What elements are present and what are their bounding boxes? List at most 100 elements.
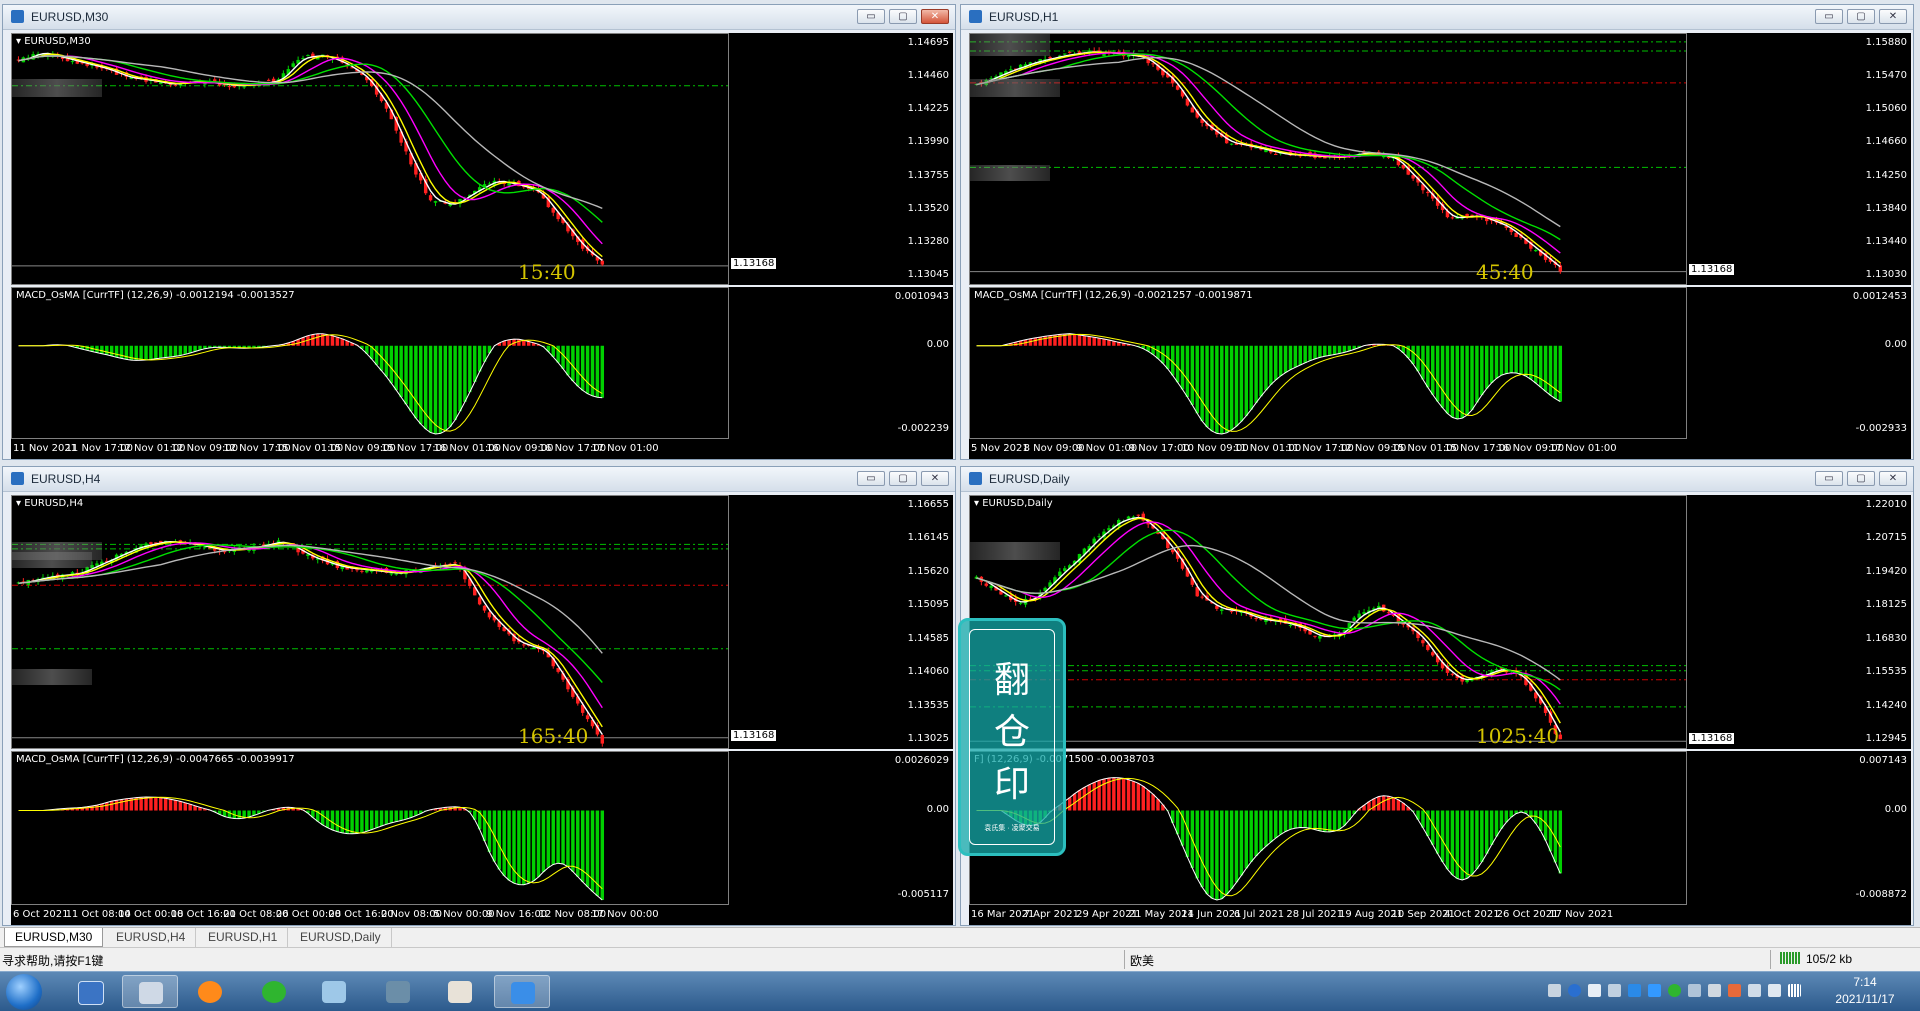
macd-tick-label: 0.00 (1885, 804, 1907, 815)
macd-svg (12, 752, 729, 905)
maximize-button[interactable]: ▢ (889, 9, 917, 24)
clock-time[interactable]: 7:14 (1820, 975, 1910, 989)
tab-eurusd-daily[interactable]: EURUSD,Daily (290, 928, 392, 947)
histogram-bar (458, 346, 461, 411)
candle-body (1009, 69, 1012, 70)
maximize-button[interactable]: ▢ (889, 471, 917, 486)
tab-eurusd-h4[interactable]: EURUSD,H4 (106, 928, 196, 947)
obscured-label (12, 552, 92, 568)
window-title-bar[interactable]: EURUSD,M30▭▢✕ (3, 5, 955, 30)
help-icon[interactable] (1568, 984, 1581, 997)
taskbar-notepad[interactable] (306, 975, 362, 1008)
minimize-button[interactable]: ▭ (857, 471, 885, 486)
histogram-bar (174, 346, 177, 357)
price-tick-label: 1.14585 (908, 633, 949, 644)
tray-security-icon[interactable] (1688, 984, 1701, 997)
maximize-button[interactable]: ▢ (1847, 471, 1875, 486)
tray-usb-icon[interactable] (1708, 984, 1721, 997)
minimize-button[interactable]: ▭ (857, 9, 885, 24)
taskbar-wechat[interactable] (246, 975, 302, 1008)
time-tick-label: 17 Nov 2021 (1549, 909, 1613, 920)
clock-date[interactable]: 2021/11/17 (1820, 992, 1910, 1006)
tray-wechat-icon[interactable] (1668, 984, 1681, 997)
histogram-bar (350, 811, 353, 834)
histogram-bar (483, 811, 486, 841)
macd-panel[interactable]: MACD_OsMA [CurrTF] (12,26,9) -0.0021257 … (969, 287, 1687, 439)
histogram-bar (1397, 800, 1400, 811)
taskbar: 7:14 2021/11/17 (0, 971, 1920, 1011)
start-button[interactable] (6, 974, 42, 1010)
macd-tick-label: 0.00 (927, 339, 949, 350)
tab-eurusd-h1[interactable]: EURUSD,H1 (198, 928, 288, 947)
histogram-bar (1092, 782, 1095, 810)
ma-green-line (19, 56, 603, 222)
window-title-bar[interactable]: EURUSD,H4▭▢✕ (3, 467, 955, 492)
histogram-bar (1475, 346, 1478, 403)
close-button[interactable]: ✕ (921, 471, 949, 486)
taskbar-metatrader[interactable] (122, 975, 178, 1008)
close-button[interactable]: ✕ (1879, 471, 1907, 486)
macd-tick-label: -0.008872 (1856, 889, 1907, 900)
price-chart-panel[interactable]: ▾ EURUSD,H4165:40 (11, 495, 729, 749)
price-chart-panel[interactable]: ▾ EURUSD,M3015:40 (11, 33, 729, 285)
histogram-bar (1328, 346, 1331, 356)
histogram-bar (164, 798, 167, 810)
chart-window-icon (11, 472, 24, 485)
histogram-bar (375, 811, 378, 828)
histogram-bar (188, 346, 191, 353)
histogram-bar (1328, 811, 1331, 832)
macd-panel[interactable]: MACD_OsMA [CurrTF] (12,26,9) -0.0047665 … (11, 751, 729, 905)
chart-window-m30[interactable]: EURUSD,M30▭▢✕▾ EURUSD,M3015:401.146951.1… (2, 4, 956, 460)
histogram-bar (1465, 811, 1468, 879)
taskbar-notes[interactable] (494, 975, 550, 1008)
histogram-bar (1480, 346, 1483, 395)
candle-body (1171, 550, 1174, 552)
window-title-bar[interactable]: EURUSD,Daily▭▢✕ (961, 467, 1913, 492)
tray-device-icon[interactable] (1608, 984, 1621, 997)
obscured-label (12, 79, 102, 97)
price-chart-panel[interactable]: 45:40 (969, 33, 1687, 285)
taskbar-show-desktop[interactable] (62, 975, 118, 1008)
maximize-button[interactable]: ▢ (1847, 9, 1875, 24)
histogram-bar (154, 346, 157, 359)
notepad-icon (322, 981, 346, 1003)
histogram-bar (1303, 811, 1306, 828)
close-button[interactable]: ✕ (921, 9, 949, 24)
histogram-bar (1269, 811, 1272, 843)
keyboard-icon[interactable] (1548, 984, 1561, 997)
chart-window-h4[interactable]: EURUSD,H4▭▢✕▾ EURUSD,H4165:401.166551.16… (2, 466, 956, 926)
histogram-bar (502, 811, 505, 876)
volume-icon[interactable] (1768, 984, 1781, 997)
chart-window-h1[interactable]: EURUSD,H1▭▢✕45:401.158801.154701.150601.… (960, 4, 1914, 460)
candle-body (989, 586, 992, 588)
tray-blue-app-icon[interactable] (1648, 984, 1661, 997)
chart-window-daily[interactable]: EURUSD,Daily▭▢✕▾ EURUSD,Daily1025:401.22… (960, 466, 1914, 926)
tray-orange-icon[interactable] (1728, 984, 1741, 997)
histogram-bar (149, 797, 152, 810)
minimize-button[interactable]: ▭ (1815, 9, 1843, 24)
tray-ime-icon[interactable] (1748, 984, 1761, 997)
taskbar-network-tool[interactable] (370, 975, 426, 1008)
taskbar-paint[interactable] (432, 975, 488, 1008)
price-axis: 1.146951.144601.142251.139901.137551.135… (729, 33, 953, 285)
taskbar-browser[interactable] (182, 975, 238, 1008)
histogram-bar (1436, 346, 1439, 402)
candle-body (488, 612, 491, 617)
tray-app-icon[interactable] (1588, 984, 1601, 997)
histogram-bar (149, 346, 152, 360)
price-axis: 1.166551.161451.156201.150951.145851.140… (729, 495, 953, 749)
time-tick-label: 28 Jul 2021 (1286, 909, 1343, 920)
network-signal-icon[interactable] (1788, 984, 1801, 997)
minimize-button[interactable]: ▭ (1815, 471, 1843, 486)
tab-eurusd-m30[interactable]: EURUSD,M30 (4, 928, 103, 947)
macd-panel[interactable]: MACD_OsMA [CurrTF] (12,26,9) -0.0012194 … (11, 287, 729, 439)
window-title-bar[interactable]: EURUSD,H1▭▢✕ (961, 5, 1913, 30)
histogram-bar (1343, 811, 1346, 826)
close-button[interactable]: ✕ (1879, 9, 1907, 24)
histogram-bar (1308, 811, 1311, 829)
tray-shield-icon[interactable] (1628, 984, 1641, 997)
histogram-bar (139, 346, 142, 361)
price-tick-label: 1.14460 (908, 70, 949, 81)
price-chart-panel[interactable]: ▾ EURUSD,Daily1025:40 (969, 495, 1687, 749)
macd-panel[interactable]: F] (12,26,9) -0.0071500 -0.0038703 (969, 751, 1687, 905)
